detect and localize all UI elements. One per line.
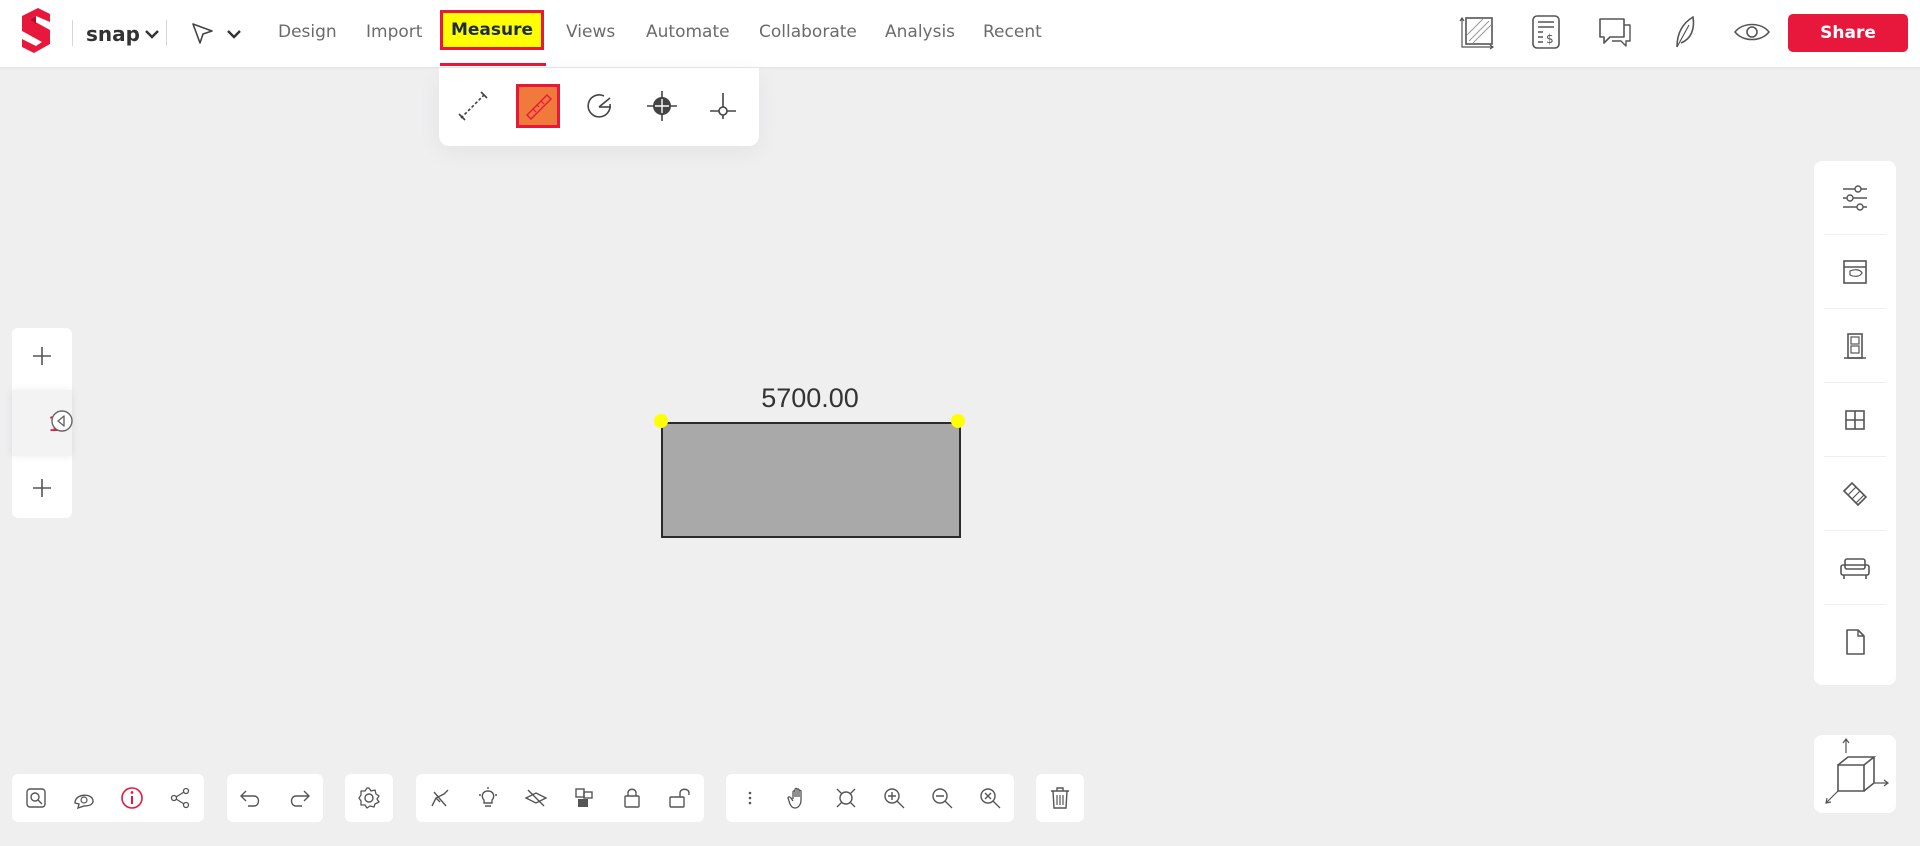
leaf-icon[interactable] bbox=[1664, 12, 1704, 52]
info-icon[interactable] bbox=[118, 784, 146, 812]
add-floor-above-button[interactable] bbox=[24, 338, 60, 374]
line-measure-icon[interactable] bbox=[451, 84, 495, 128]
bottom-toolbar-delete-group bbox=[1036, 774, 1084, 822]
zoom-in-icon[interactable] bbox=[880, 784, 908, 812]
cube-axes-icon bbox=[1825, 738, 1889, 804]
door-icon[interactable] bbox=[1824, 309, 1886, 383]
light-icon[interactable] bbox=[474, 784, 502, 812]
bottom-toolbar-navigation-group bbox=[726, 774, 1014, 822]
target-point-icon[interactable] bbox=[640, 84, 684, 128]
window-icon[interactable] bbox=[1824, 383, 1886, 457]
app-logo[interactable] bbox=[16, 6, 56, 56]
nav-recent[interactable]: Recent bbox=[983, 22, 1042, 42]
project-name: snap bbox=[86, 22, 140, 46]
area-icon[interactable] bbox=[1458, 12, 1498, 52]
plus-icon bbox=[33, 347, 51, 365]
divider bbox=[72, 20, 73, 46]
nav-automate[interactable]: Automate bbox=[646, 22, 730, 42]
comments-icon[interactable] bbox=[1595, 12, 1635, 52]
fit-icon[interactable] bbox=[832, 784, 860, 812]
angle-measure-icon[interactable] bbox=[578, 84, 622, 128]
bottom-toolbar-history-group bbox=[227, 774, 323, 822]
add-floor-below-button[interactable] bbox=[24, 470, 60, 506]
nav-design[interactable]: Design bbox=[278, 22, 337, 42]
right-library-panel bbox=[1814, 161, 1896, 685]
measured-rectangle[interactable] bbox=[661, 422, 961, 538]
document-icon[interactable] bbox=[1824, 605, 1886, 678]
measure-tools-panel bbox=[439, 68, 759, 146]
project-selector[interactable]: snap bbox=[86, 20, 160, 48]
bottom-toolbar-object-group bbox=[416, 774, 704, 822]
bottom-toolbar-settings-group bbox=[345, 774, 393, 822]
cost-sheet-icon[interactable]: $ bbox=[1526, 12, 1566, 52]
more-icon[interactable] bbox=[736, 784, 764, 812]
undo-icon[interactable] bbox=[237, 784, 265, 812]
layer-hide-icon[interactable] bbox=[522, 784, 550, 812]
search-comment-icon[interactable] bbox=[70, 784, 98, 812]
zoom-out-icon[interactable] bbox=[928, 784, 956, 812]
nav-analysis[interactable]: Analysis bbox=[885, 22, 955, 42]
plus-icon bbox=[33, 479, 51, 497]
nav-measure[interactable]: Measure bbox=[440, 10, 544, 50]
chevron-down-icon bbox=[227, 30, 241, 39]
zoom-reset-icon[interactable] bbox=[976, 784, 1004, 812]
settings-icon[interactable] bbox=[355, 784, 383, 812]
redo-icon[interactable] bbox=[285, 784, 313, 812]
active-tab-indicator bbox=[440, 63, 546, 66]
reference-point-icon[interactable] bbox=[701, 84, 745, 128]
top-bar: snap Design Import Measure Views Automat… bbox=[0, 0, 1920, 67]
delete-icon[interactable] bbox=[1046, 784, 1074, 812]
chevron-down-icon bbox=[145, 30, 159, 39]
lock-icon[interactable] bbox=[618, 784, 646, 812]
measure-start-handle[interactable] bbox=[654, 414, 668, 428]
bottom-toolbar-view-group bbox=[12, 774, 204, 822]
collapse-floor-panel-icon[interactable] bbox=[50, 409, 74, 433]
sofa-icon[interactable] bbox=[1824, 531, 1886, 605]
cabinet-icon[interactable] bbox=[1824, 457, 1886, 531]
ruler-icon[interactable] bbox=[516, 84, 560, 128]
hide-icon[interactable] bbox=[426, 784, 454, 812]
settings-sliders-icon[interactable] bbox=[1824, 161, 1886, 235]
nav-import[interactable]: Import bbox=[366, 22, 422, 42]
share-network-icon[interactable] bbox=[166, 784, 194, 812]
view-3d-button[interactable] bbox=[1814, 735, 1896, 813]
divider bbox=[166, 20, 167, 46]
measure-end-handle[interactable] bbox=[951, 414, 965, 428]
paint-icon[interactable] bbox=[1824, 235, 1886, 309]
unlock-icon[interactable] bbox=[666, 784, 694, 812]
eye-icon[interactable] bbox=[1732, 12, 1772, 52]
nav-views[interactable]: Views bbox=[566, 22, 615, 42]
group-icon[interactable] bbox=[570, 784, 598, 812]
pan-icon[interactable] bbox=[784, 784, 812, 812]
svg-text:$: $ bbox=[1546, 32, 1554, 46]
find-icon[interactable] bbox=[22, 784, 50, 812]
share-button[interactable]: Share bbox=[1788, 14, 1908, 52]
measurement-label: 5700.00 bbox=[761, 383, 859, 413]
nav-collaborate[interactable]: Collaborate bbox=[759, 22, 857, 42]
cursor-icon bbox=[192, 23, 213, 44]
select-tool-dropdown[interactable] bbox=[190, 18, 246, 50]
